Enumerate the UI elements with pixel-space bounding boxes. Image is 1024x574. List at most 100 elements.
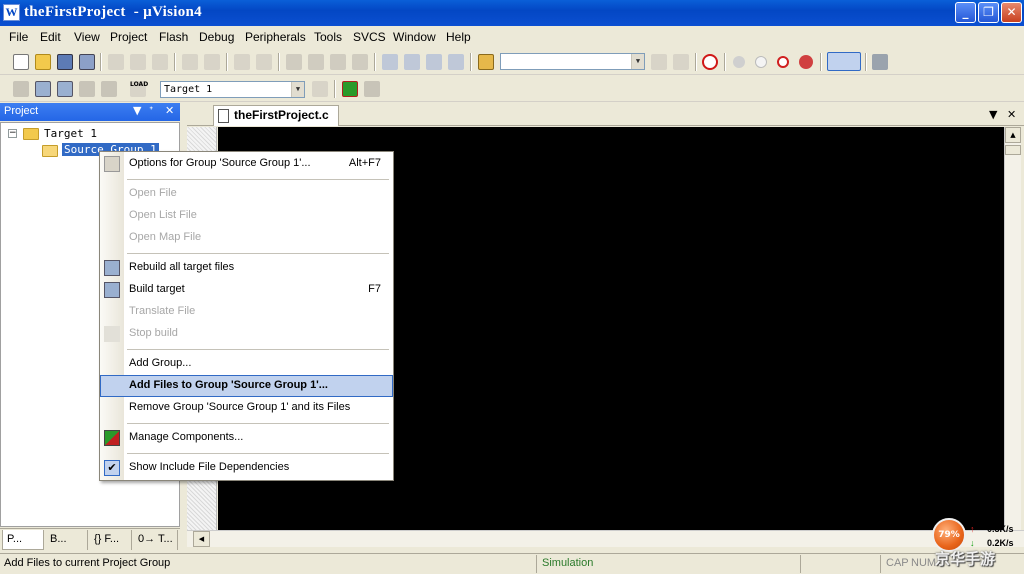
debug-session-icon[interactable] <box>702 54 718 70</box>
nav-forward-icon[interactable] <box>256 54 272 70</box>
build-toolbar: LOAD Target 1 ▼ <box>0 76 1024 102</box>
tab-project[interactable]: P... <box>2 530 44 550</box>
menu-item-options-for-group[interactable]: Options for Group 'Source Group 1'... Al… <box>100 153 393 175</box>
close-button[interactable]: ✕ <box>1001 2 1022 23</box>
manage-components-icon[interactable] <box>342 81 358 97</box>
restore-button[interactable]: ❐ <box>978 2 999 23</box>
scroll-left-icon[interactable]: ◀ <box>193 531 210 547</box>
minimize-button[interactable]: _ <box>955 2 976 23</box>
find-in-files-icon[interactable] <box>478 54 494 70</box>
status-caps: CAP <box>886 557 909 569</box>
redo-icon[interactable] <box>204 54 220 70</box>
rebuild-icon[interactable] <box>57 81 73 97</box>
menu-svcs[interactable]: SVCS <box>353 30 386 44</box>
target-select-value: Target 1 <box>164 84 213 95</box>
pin-icon[interactable]: ᐩ <box>149 104 153 117</box>
menu-debug[interactable]: Debug <box>199 30 234 44</box>
menu-item-translate-file[interactable]: Translate File <box>100 301 393 323</box>
menu-peripherals[interactable]: Peripherals <box>245 30 306 44</box>
menu-view[interactable]: View <box>74 30 100 44</box>
chevron-down-icon[interactable]: ▼ <box>631 54 644 69</box>
unindent-icon[interactable] <box>404 54 420 70</box>
vertical-scrollbar[interactable]: ▲ <box>1004 127 1021 530</box>
tree-expander[interactable]: − <box>8 129 17 138</box>
uncomment-icon[interactable] <box>448 54 464 70</box>
configure-tools-icon[interactable] <box>872 54 888 70</box>
menu-window[interactable]: Window <box>393 30 436 44</box>
menu-item-build-target[interactable]: Build target F7 <box>100 279 393 301</box>
project-panel-header: Project ▼ ᐩ ✕ <box>0 103 180 121</box>
cut-icon[interactable] <box>108 54 124 70</box>
menu-item-manage-components[interactable]: Manage Components... <box>100 427 393 449</box>
new-file-icon[interactable] <box>13 54 29 70</box>
clear-bookmarks-icon[interactable] <box>352 54 368 70</box>
tree-node-target[interactable]: Target 1 <box>44 127 97 140</box>
menu-flash[interactable]: Flash <box>159 30 188 44</box>
folder-icon <box>42 145 58 157</box>
copy-icon[interactable] <box>130 54 146 70</box>
translate-icon[interactable] <box>13 81 29 97</box>
scroll-up-icon[interactable]: ▲ <box>1005 127 1021 143</box>
find-combo[interactable]: ▼ <box>500 53 645 70</box>
tab-functions[interactable]: {} F... <box>90 530 132 550</box>
enable-breakpoint-icon[interactable] <box>755 56 767 68</box>
chevron-down-icon[interactable]: ▼ <box>291 82 304 97</box>
build-icon[interactable] <box>35 81 51 97</box>
save-icon[interactable] <box>57 54 73 70</box>
find-icon[interactable] <box>651 54 667 70</box>
menu-item-open-map-file[interactable]: Open Map File <box>100 227 393 249</box>
menu-item-add-group[interactable]: Add Group... <box>100 353 393 375</box>
breakpoint-icon[interactable] <box>733 56 745 68</box>
tab-templates[interactable]: 0→ T... <box>134 530 178 550</box>
context-menu: Options for Group 'Source Group 1'... Al… <box>99 151 394 481</box>
next-bookmark-icon[interactable] <box>330 54 346 70</box>
save-all-icon[interactable] <box>79 54 95 70</box>
download-speed: 0.2K/s <box>987 538 1014 548</box>
menu-item-show-include-deps[interactable]: ✔ Show Include File Dependencies <box>100 457 393 479</box>
menu-edit[interactable]: Edit <box>40 30 61 44</box>
menu-item-remove-group[interactable]: Remove Group 'Source Group 1' and its Fi… <box>100 397 393 419</box>
menu-item-open-file[interactable]: Open File <box>100 183 393 205</box>
upload-arrow-icon: ↑ <box>970 524 975 534</box>
menu-project[interactable]: Project <box>110 30 147 44</box>
kill-breakpoints-icon[interactable] <box>799 55 813 69</box>
panel-close-icon[interactable]: ✕ <box>165 104 174 117</box>
bookmark-icon[interactable] <box>286 54 302 70</box>
panel-dropdown-icon[interactable]: ▼ <box>133 104 141 117</box>
comment-icon[interactable] <box>426 54 442 70</box>
prev-bookmark-icon[interactable] <box>308 54 324 70</box>
window-layout-icon[interactable] <box>827 52 861 71</box>
disable-breakpoints-icon[interactable] <box>777 56 789 68</box>
menu-tools[interactable]: Tools <box>314 30 342 44</box>
menu-item-add-files-to-group[interactable]: Add Files to Group 'Source Group 1'... <box>100 375 393 397</box>
load-icon[interactable]: LOAD <box>130 81 148 97</box>
undo-icon[interactable] <box>182 54 198 70</box>
editor-dropdown-icon[interactable]: ▼ <box>989 108 997 121</box>
target-select[interactable]: Target 1 ▼ <box>160 81 305 98</box>
nav-back-icon[interactable] <box>234 54 250 70</box>
target-options-icon[interactable] <box>312 81 328 97</box>
status-mode: Simulation <box>542 557 594 569</box>
stop-build-icon[interactable] <box>101 81 117 97</box>
horizontal-scrollbar[interactable]: ◀ <box>187 530 1024 547</box>
menu-file[interactable]: File <box>9 30 28 44</box>
rebuild-icon <box>104 260 120 276</box>
split-handle[interactable] <box>1005 145 1021 155</box>
menu-help[interactable]: Help <box>446 30 471 44</box>
editor-close-icon[interactable]: ✕ <box>1007 108 1016 121</box>
select-packet-icon[interactable] <box>364 81 380 97</box>
incremental-find-icon[interactable] <box>673 54 689 70</box>
open-file-icon[interactable] <box>35 54 51 70</box>
editor-tab-label: theFirstProject.c <box>234 108 329 122</box>
batch-build-icon[interactable] <box>79 81 95 97</box>
wand-icon <box>104 156 120 172</box>
build-icon <box>104 282 120 298</box>
menu-item-rebuild-all[interactable]: Rebuild all target files <box>100 257 393 279</box>
tab-thefirstproject-c[interactable]: theFirstProject.c <box>213 105 339 126</box>
menu-item-stop-build[interactable]: Stop build <box>100 323 393 345</box>
menu-item-open-list-file[interactable]: Open List File <box>100 205 393 227</box>
tab-books[interactable]: B... <box>46 530 88 550</box>
indent-icon[interactable] <box>382 54 398 70</box>
paste-icon[interactable] <box>152 54 168 70</box>
menu-bar: File Edit View Project Flash Debug Perip… <box>0 26 1024 48</box>
